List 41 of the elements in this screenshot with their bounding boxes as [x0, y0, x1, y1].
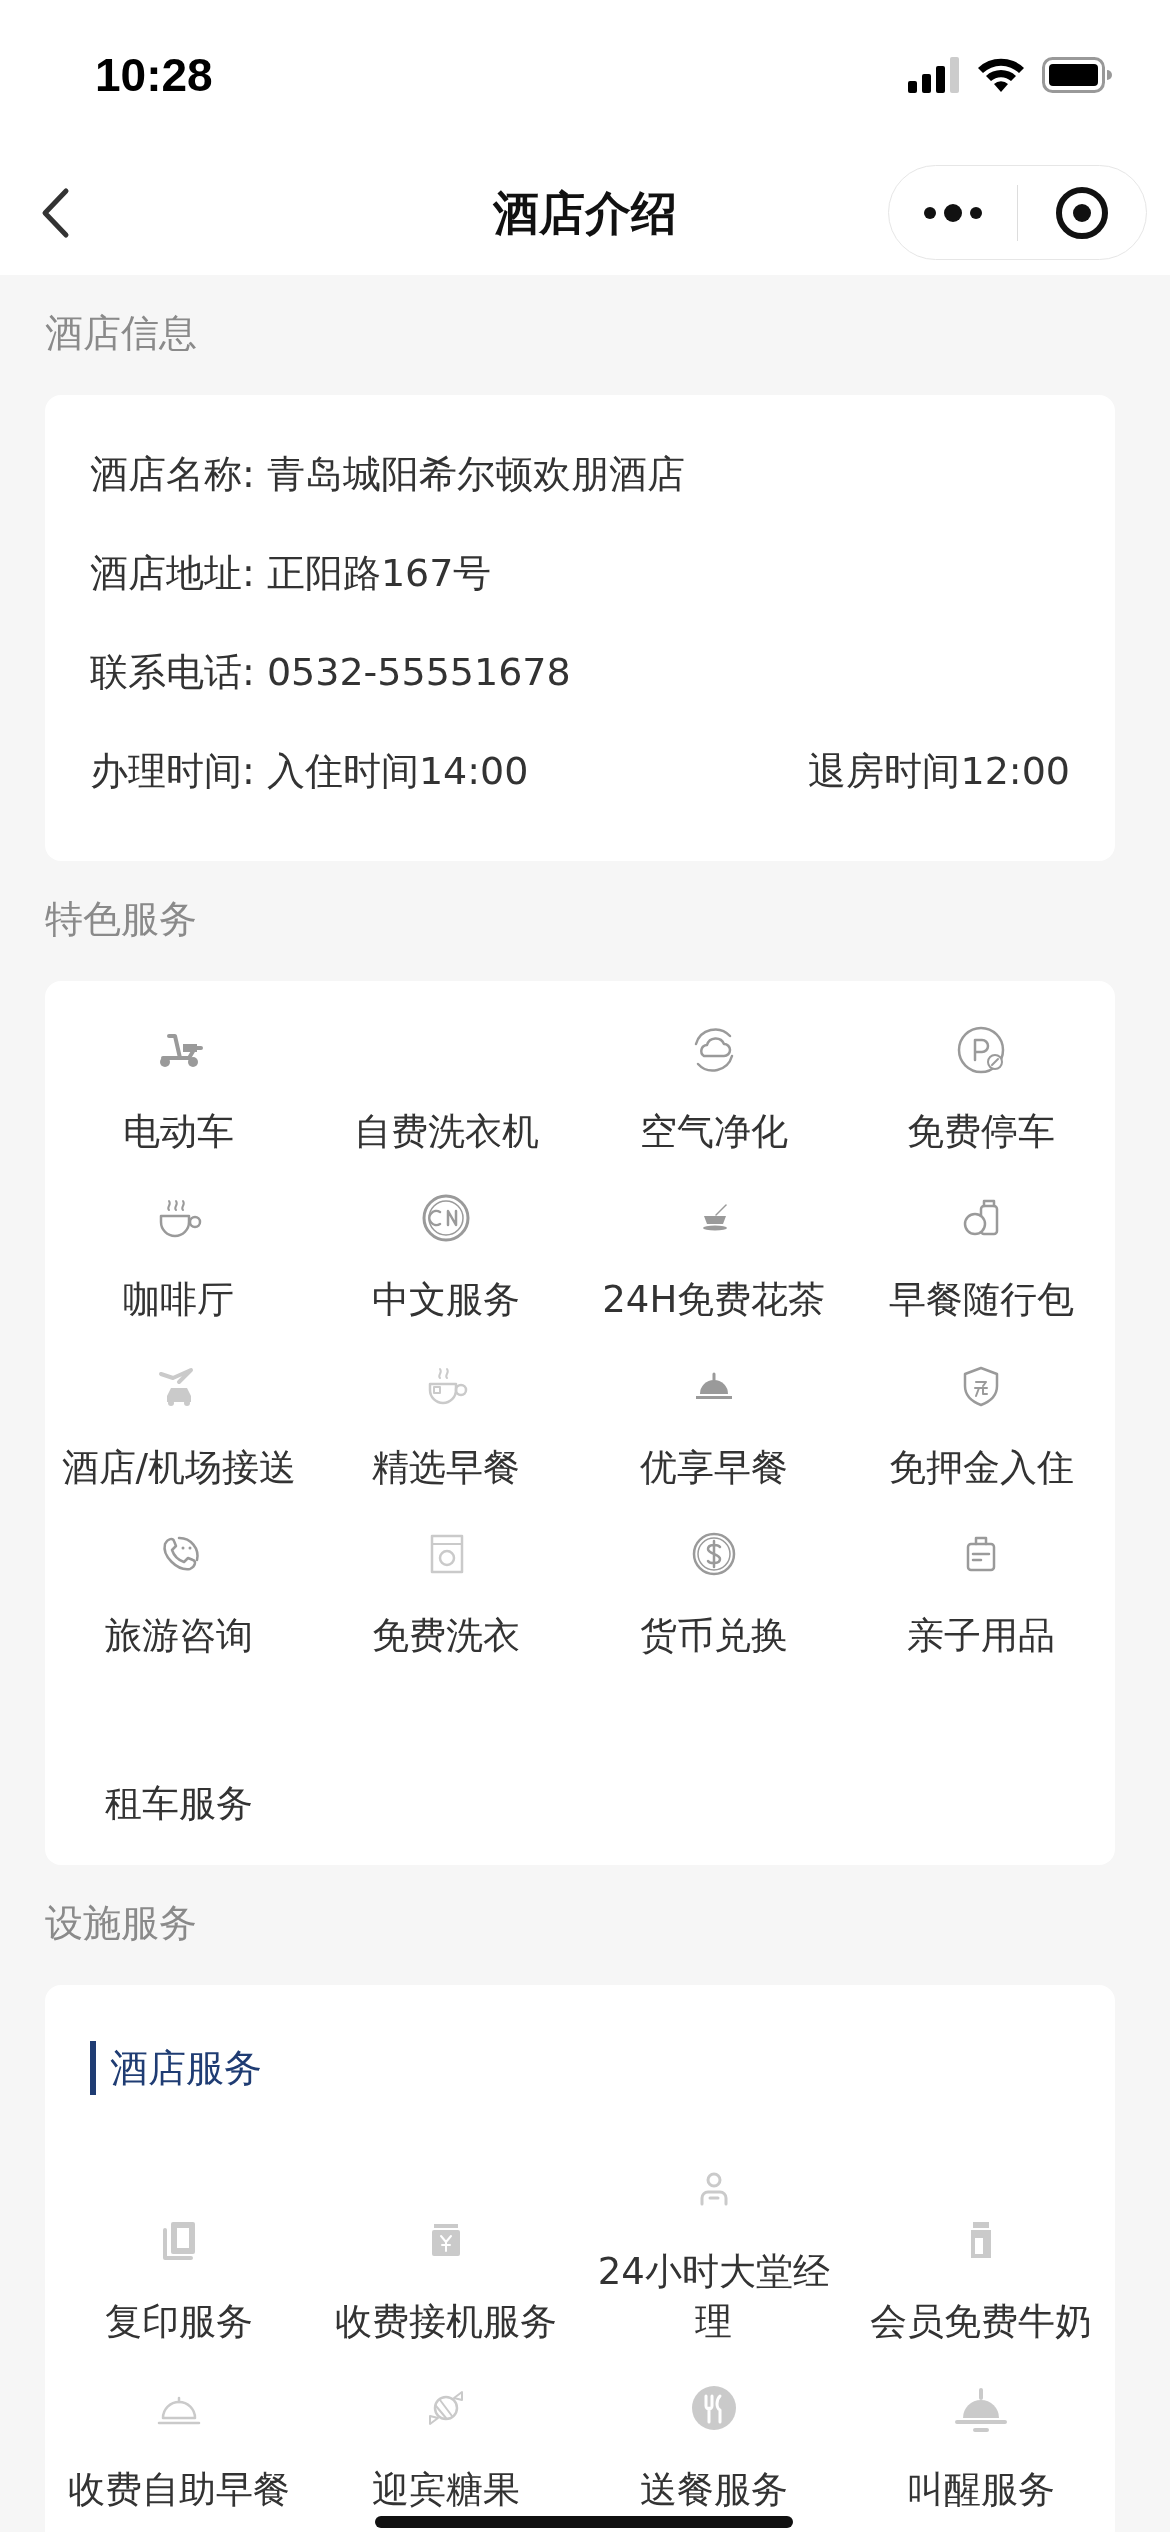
section-heading: 酒店信息: [45, 310, 198, 357]
service-label: 自费洗衣机: [353, 1109, 539, 1155]
service-label: 送餐服务: [639, 2467, 788, 2513]
service-label: 会员免费牛奶: [870, 2299, 1093, 2345]
service-label: 中文服务: [372, 1277, 521, 1323]
service-label: 租车服务: [104, 1781, 253, 1827]
service-label: 精选早餐: [372, 1445, 521, 1491]
service-label: 收费接机服务: [335, 2299, 558, 2345]
service-label: 迎宾糖果: [372, 2467, 521, 2513]
service-label: 24H免费花茶: [602, 1277, 826, 1323]
more-icon: [922, 202, 984, 223]
service-label: 优享早餐: [639, 1445, 788, 1491]
page-title: 酒店介绍: [492, 184, 678, 242]
service-label: 咖啡厅: [123, 1277, 235, 1323]
service-label: 亲子用品: [907, 1613, 1056, 1659]
section-heading: 特色服务: [45, 896, 198, 943]
service-label: 电动车: [123, 1109, 235, 1155]
service-label: 旅游咨询: [104, 1613, 253, 1659]
service-label: 收费自助早餐: [67, 2467, 290, 2513]
section-heading: 设施服务: [45, 1900, 198, 1947]
target-icon: [1055, 185, 1109, 240]
service-label: 货币兑换: [639, 1613, 788, 1659]
info-text: 酒店名称: 青岛城阳希尔顿欢朋酒店: [90, 451, 685, 498]
info-text: 退房时间12:00: [808, 748, 1070, 795]
service-label: 叫醒服务: [907, 2467, 1056, 2513]
service-label: 早餐随行包: [888, 1277, 1074, 1323]
info-text: 联系电话: 0532-55551678: [90, 649, 571, 696]
subsection-heading: 酒店服务: [90, 2041, 262, 2095]
service-label: 免费洗衣: [372, 1613, 521, 1659]
info-text: 办理时间: 入住时间14:00: [90, 748, 529, 795]
service-label: 复印服务: [104, 2299, 253, 2345]
signal-icon: [908, 57, 960, 93]
battery-icon: [1042, 57, 1112, 93]
service-label: 24小时大堂经理: [596, 2249, 831, 2345]
service-label: 免押金入住: [888, 1445, 1074, 1491]
status-time: 10:28: [95, 48, 214, 102]
service-label: 免费停车: [907, 1109, 1056, 1155]
info-text: 酒店地址: 正阳路167号: [90, 550, 492, 597]
wifi-icon: [976, 57, 1026, 93]
service-label: 酒店/机场接送: [61, 1445, 296, 1491]
service-label: 空气净化: [639, 1109, 788, 1155]
